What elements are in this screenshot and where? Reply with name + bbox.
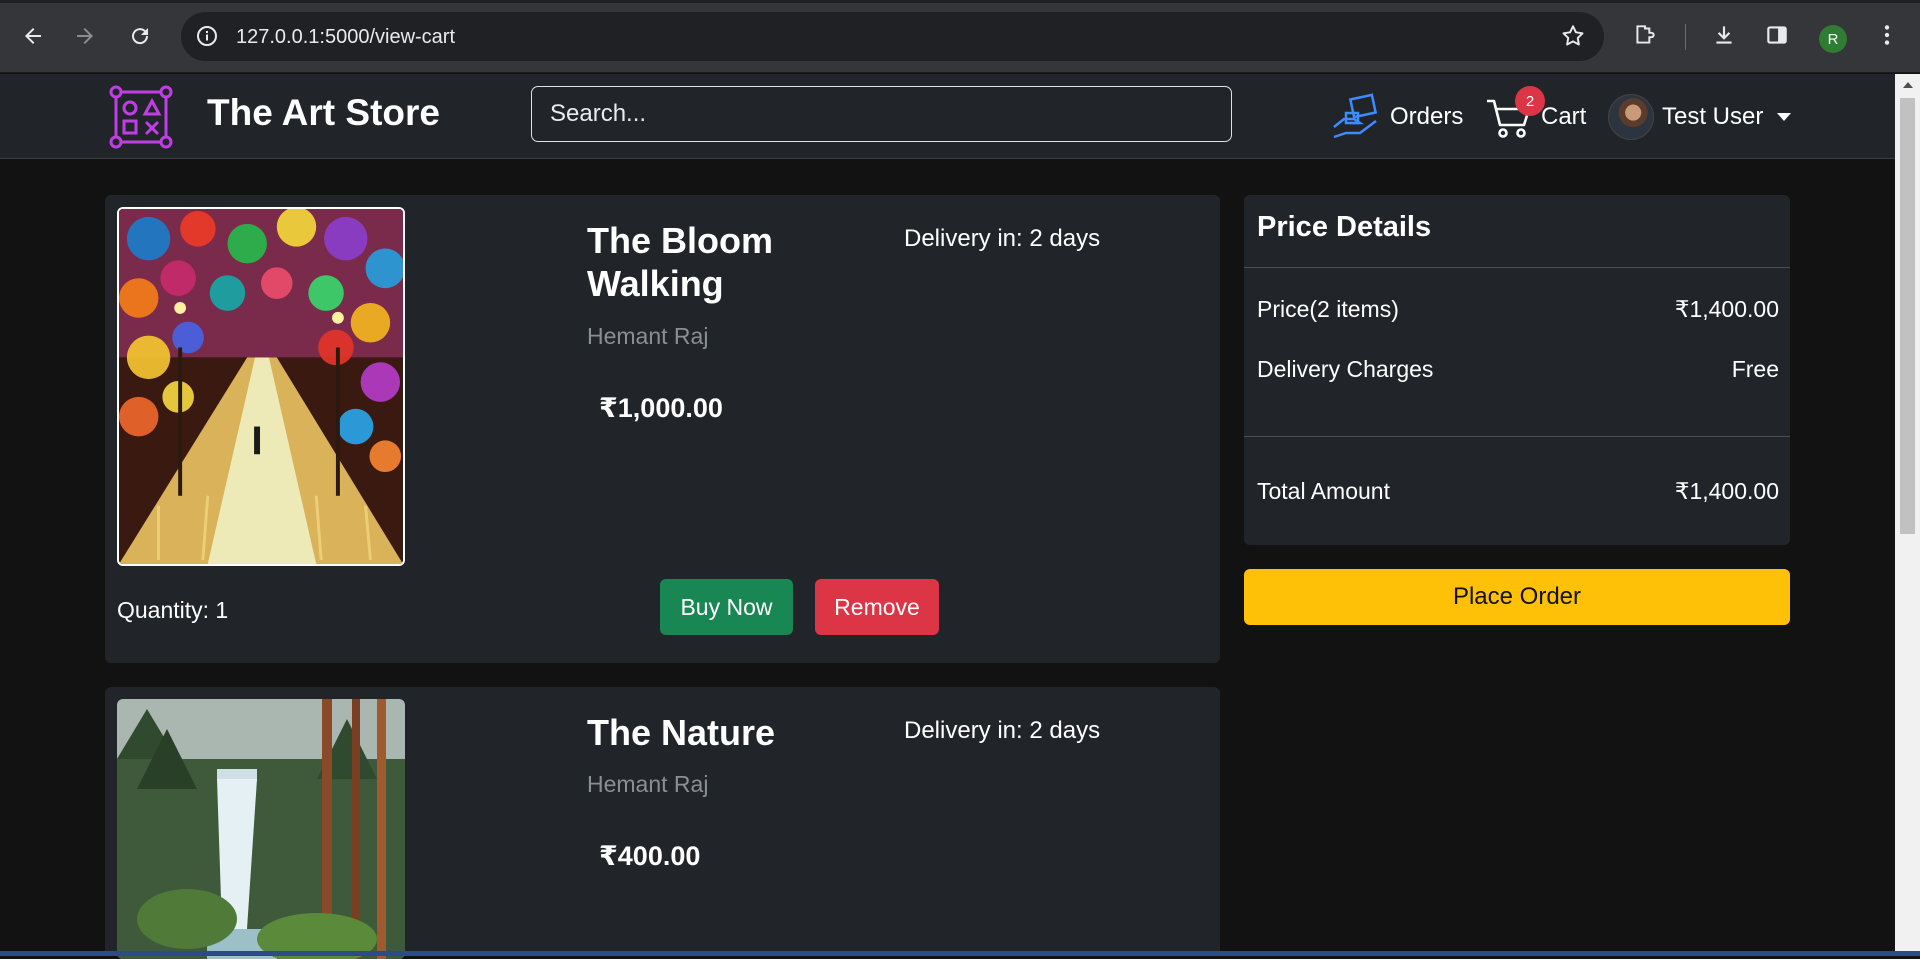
item-delivery: Delivery in: 2 days: [904, 717, 1101, 744]
artwork-image[interactable]: [117, 699, 405, 959]
cart-item-card: The Bloom Walking Hemant Raj ₹1,000.00 D…: [105, 195, 1220, 663]
remove-button[interactable]: Remove: [815, 579, 939, 635]
delivery-charges-row: Delivery Charges Free: [1257, 356, 1779, 383]
search-input[interactable]: [531, 86, 1232, 142]
item-price: ₹1,000.00: [599, 393, 723, 423]
side-panel-button[interactable]: [1762, 20, 1792, 50]
divider: [1244, 436, 1790, 437]
price-details-card: Price Details Price(2 items) ₹1,400.00 D…: [1244, 195, 1790, 545]
bloom-walking-painting: [119, 209, 403, 564]
artwork-image[interactable]: [117, 207, 405, 566]
divider: [1244, 267, 1790, 268]
price-details-title: Price Details: [1257, 211, 1432, 243]
price-value: ₹1,400.00: [1674, 296, 1779, 322]
scroll-up-arrow-icon[interactable]: [1903, 82, 1913, 88]
toolbar-divider: [1685, 24, 1686, 50]
kebab-menu-icon: [1884, 25, 1890, 45]
user-menu-dropdown[interactable]: Test User: [1608, 92, 1792, 142]
orders-label: Orders: [1390, 103, 1464, 130]
page-scrollbar[interactable]: [1895, 74, 1920, 956]
user-avatar: [1608, 94, 1654, 140]
buy-now-button[interactable]: Buy Now: [660, 579, 793, 635]
item-title[interactable]: The Nature: [587, 711, 827, 754]
item-price: ₹400.00: [599, 841, 701, 871]
taskbar-edge: [0, 951, 1920, 956]
site-info-icon[interactable]: [195, 24, 219, 48]
downloads-button[interactable]: [1709, 20, 1739, 50]
nature-waterfall-painting: [117, 699, 405, 959]
chrome-menu-button[interactable]: [1872, 20, 1902, 50]
tab-strip: [0, 0, 1920, 3]
nav-orders-link[interactable]: Orders: [1330, 90, 1463, 144]
cart-count-badge: 2: [1515, 86, 1545, 116]
scrollbar-thumb[interactable]: [1900, 98, 1915, 534]
browser-toolbar: 127.0.0.1:5000/view-cart R: [0, 0, 1920, 73]
item-delivery: Delivery in: 2 days: [904, 225, 1101, 252]
nav-cart-link[interactable]: 2 Cart: [1485, 86, 1587, 144]
side-panel-icon: [1767, 26, 1787, 44]
delivery-charges-value: Free: [1731, 356, 1779, 382]
reload-icon: [132, 28, 149, 45]
address-bar[interactable]: 127.0.0.1:5000/view-cart: [181, 12, 1604, 61]
download-icon: [1716, 26, 1732, 44]
puzzle-icon: [1636, 25, 1655, 44]
cart-item-card: The Nature Hemant Raj ₹400.00 Delivery i…: [105, 687, 1220, 959]
art-store-logo-icon[interactable]: [108, 84, 174, 150]
delivery-charges-label: Delivery Charges: [1257, 356, 1434, 382]
price-label: Price(2 items): [1257, 296, 1399, 322]
total-amount-label: Total Amount: [1257, 478, 1390, 504]
place-order-button[interactable]: Place Order: [1244, 569, 1790, 625]
profile-avatar[interactable]: R: [1819, 25, 1847, 53]
price-row: Price(2 items) ₹1,400.00: [1257, 296, 1779, 323]
forward-button[interactable]: [69, 20, 101, 52]
caret-down-icon: [1777, 113, 1792, 121]
bookmark-star-icon[interactable]: [1560, 23, 1586, 49]
item-quantity: Quantity: 1: [117, 597, 229, 623]
user-name: Test User: [1662, 103, 1764, 130]
item-artist: Hemant Raj: [587, 323, 709, 349]
reload-button[interactable]: [124, 20, 156, 52]
brand-name[interactable]: The Art Store: [207, 92, 440, 134]
forward-arrow-icon: [77, 28, 93, 44]
url-text[interactable]: 127.0.0.1:5000/view-cart: [236, 26, 455, 49]
cart-label: Cart: [1541, 103, 1587, 130]
item-title[interactable]: The Bloom Walking: [587, 219, 827, 305]
orders-box-icon: [1333, 93, 1378, 139]
total-amount-row: Total Amount ₹1,400.00: [1257, 478, 1779, 505]
total-amount-value: ₹1,400.00: [1674, 478, 1779, 504]
back-arrow-icon: [25, 28, 41, 44]
item-artist: Hemant Raj: [587, 771, 709, 797]
extensions-button[interactable]: [1630, 20, 1660, 50]
site-navbar: The Art Store Orders 2 Cart Test User: [0, 74, 1895, 159]
back-button[interactable]: [17, 20, 49, 52]
